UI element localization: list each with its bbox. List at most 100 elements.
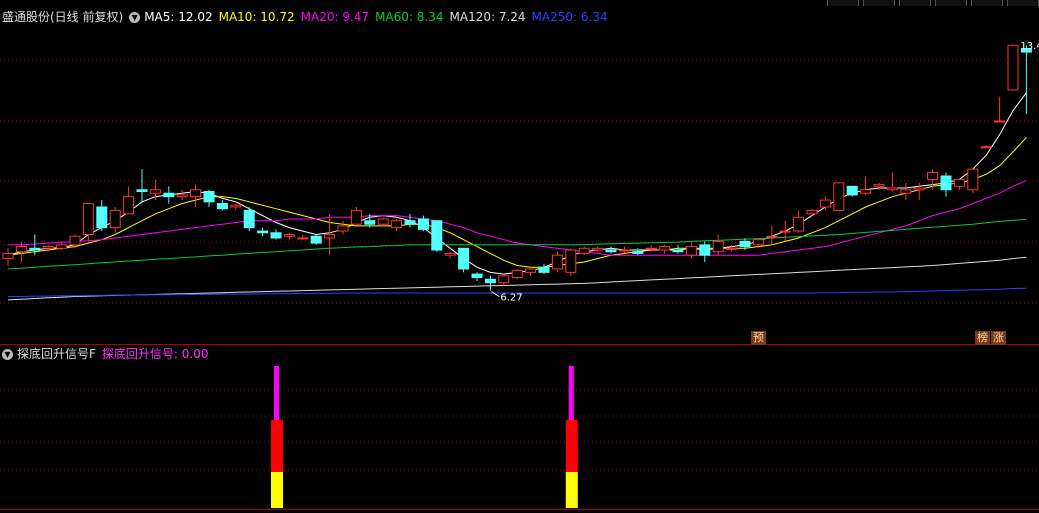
candlestick[interactable] (82, 203, 94, 242)
candlestick[interactable] (511, 268, 523, 280)
candlestick[interactable] (149, 179, 161, 201)
pre-tag[interactable]: 预 (751, 331, 766, 345)
zhang-tag[interactable]: 涨 (991, 331, 1006, 345)
candlestick[interactable] (163, 186, 175, 204)
candlestick[interactable] (270, 229, 282, 240)
candlestick[interactable] (444, 251, 456, 259)
candlestick[interactable] (283, 232, 295, 240)
bang-tag[interactable]: 榜 (975, 331, 990, 345)
candlestick[interactable] (203, 189, 215, 207)
candlestick[interactable] (712, 234, 724, 256)
candle-body (605, 249, 617, 253)
candlestick[interactable] (525, 267, 537, 276)
candle-body (15, 246, 27, 253)
candlestick[interactable] (940, 172, 952, 197)
candlestick[interactable] (578, 246, 590, 256)
candle-body (578, 247, 590, 254)
candlestick[interactable] (431, 220, 443, 252)
candlestick[interactable] (69, 234, 81, 249)
candle-body (645, 247, 657, 250)
candle-body (659, 246, 671, 251)
candlestick[interactable] (886, 172, 898, 192)
candle-body (163, 192, 175, 198)
candlestick[interactable] (471, 272, 483, 281)
candlestick[interactable] (96, 200, 108, 232)
candlestick[interactable] (230, 203, 242, 211)
candlestick[interactable] (618, 246, 630, 254)
candle-body (203, 190, 215, 203)
candlestick[interactable] (659, 244, 671, 254)
candlestick[interactable] (632, 248, 644, 256)
candle-body (176, 194, 188, 198)
candlestick[interactable] (967, 168, 979, 194)
kline-chart[interactable]: 13.4 6.27 (0, 0, 1039, 513)
candlestick[interactable] (404, 213, 416, 228)
candle-body (190, 189, 202, 198)
candlestick[interactable] (136, 169, 148, 204)
candlestick[interactable] (927, 169, 939, 190)
candlesticks[interactable] (2, 44, 1032, 291)
candle-body (364, 220, 376, 225)
candlestick[interactable] (257, 227, 269, 237)
candle-body (806, 209, 818, 215)
candle-body (819, 199, 831, 208)
indicator-title[interactable]: 探底回升信号F (17, 345, 96, 363)
ma120-label: MA120: 7.24 (449, 10, 526, 24)
chevron-down-icon[interactable]: ▼ (2, 348, 13, 360)
candlestick[interactable] (190, 184, 202, 207)
candlestick[interactable] (900, 182, 912, 201)
candlestick[interactable] (458, 247, 470, 273)
candlestick[interactable] (109, 206, 121, 233)
candle-body (270, 232, 282, 239)
low-pointer-line (491, 291, 500, 298)
high-price-label: 13.4 (1020, 41, 1039, 52)
candlestick[interactable] (310, 234, 322, 245)
stock-title[interactable]: 盛通股份(日线 前复权) (2, 8, 123, 26)
candle-body (431, 220, 443, 251)
candlestick[interactable] (806, 208, 818, 216)
candlestick[interactable] (565, 248, 577, 276)
candlestick[interactable] (699, 241, 711, 263)
candle-body (538, 266, 550, 273)
candle-body (444, 252, 456, 256)
candlestick[interactable] (779, 220, 791, 242)
indicator-header: ▼ 探底回升信号F 探底回升信号: 0.00 (2, 345, 214, 363)
candlestick[interactable] (819, 196, 831, 211)
candlestick[interactable] (484, 275, 496, 291)
candlestick[interactable] (123, 186, 135, 215)
candle-body (109, 209, 121, 229)
candlestick[interactable] (498, 274, 510, 287)
candlestick[interactable] (216, 200, 228, 211)
candlestick[interactable] (176, 189, 188, 201)
candlestick[interactable] (685, 241, 697, 259)
chevron-down-icon[interactable]: ▼ (129, 11, 141, 23)
candle-body (82, 203, 94, 236)
candlestick[interactable] (846, 185, 858, 197)
candlestick[interactable] (953, 178, 965, 190)
candle-body (484, 278, 496, 284)
candlestick[interactable] (377, 217, 389, 226)
ma5-label: MA5: 12.02 (144, 10, 213, 24)
candle-body (498, 275, 510, 284)
candlestick[interactable] (1020, 45, 1032, 115)
candlestick[interactable] (551, 251, 563, 273)
signal-bar-red (271, 420, 283, 472)
candlestick[interactable] (793, 210, 805, 233)
candlestick[interactable] (2, 248, 14, 266)
candlestick[interactable] (605, 246, 617, 254)
candlestick[interactable] (994, 96, 1006, 123)
candle-body (565, 249, 577, 273)
candlestick[interactable] (833, 182, 845, 211)
candlestick[interactable] (1007, 44, 1019, 91)
candle-body (391, 220, 403, 229)
candlestick[interactable] (980, 145, 992, 149)
candlestick[interactable] (391, 219, 403, 232)
candlestick[interactable] (337, 220, 349, 235)
candlestick[interactable] (243, 206, 255, 232)
candlestick[interactable] (417, 215, 429, 232)
candle-body (377, 218, 389, 225)
candlestick[interactable] (350, 206, 362, 225)
candle-body (551, 254, 563, 270)
candlestick[interactable] (860, 176, 872, 195)
candlestick[interactable] (297, 234, 309, 240)
